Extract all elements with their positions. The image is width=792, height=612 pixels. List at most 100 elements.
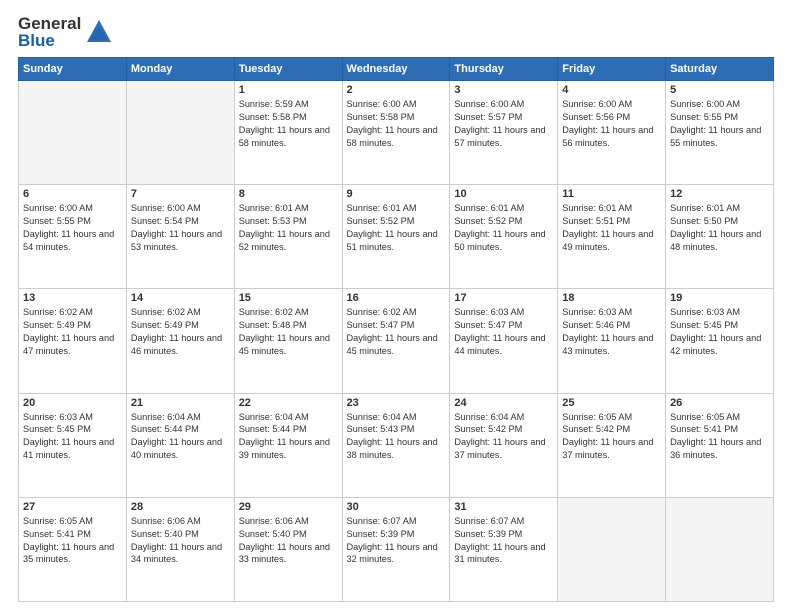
day-info: Sunrise: 6:04 AM Sunset: 5:44 PM Dayligh… bbox=[131, 411, 230, 463]
logo-blue-text: Blue bbox=[18, 32, 55, 49]
calendar-day-cell: 13 Sunrise: 6:02 AM Sunset: 5:49 PM Dayl… bbox=[19, 289, 127, 393]
daylight-label: Daylight: 11 hours and 42 minutes. bbox=[670, 332, 769, 358]
day-info: Sunrise: 6:01 AM Sunset: 5:52 PM Dayligh… bbox=[347, 202, 446, 254]
day-number: 29 bbox=[239, 501, 338, 513]
daylight-label: Daylight: 11 hours and 55 minutes. bbox=[670, 124, 769, 150]
sunrise-label: Sunrise: 6:00 AM bbox=[670, 98, 769, 111]
sunrise-label: Sunrise: 6:07 AM bbox=[347, 515, 446, 528]
day-info: Sunrise: 6:02 AM Sunset: 5:48 PM Dayligh… bbox=[239, 306, 338, 358]
daylight-label: Daylight: 11 hours and 52 minutes. bbox=[239, 228, 338, 254]
daylight-label: Daylight: 11 hours and 37 minutes. bbox=[454, 436, 553, 462]
sunrise-label: Sunrise: 6:01 AM bbox=[562, 202, 661, 215]
calendar-day-cell: 2 Sunrise: 6:00 AM Sunset: 5:58 PM Dayli… bbox=[342, 81, 450, 185]
sunrise-label: Sunrise: 6:07 AM bbox=[454, 515, 553, 528]
day-info: Sunrise: 6:02 AM Sunset: 5:47 PM Dayligh… bbox=[347, 306, 446, 358]
sunset-label: Sunset: 5:40 PM bbox=[239, 528, 338, 541]
daylight-label: Daylight: 11 hours and 35 minutes. bbox=[23, 541, 122, 567]
sunrise-label: Sunrise: 6:02 AM bbox=[131, 306, 230, 319]
sunset-label: Sunset: 5:46 PM bbox=[562, 319, 661, 332]
calendar-header-row: SundayMondayTuesdayWednesdayThursdayFrid… bbox=[19, 58, 774, 81]
sunrise-label: Sunrise: 6:04 AM bbox=[347, 411, 446, 424]
sunset-label: Sunset: 5:51 PM bbox=[562, 215, 661, 228]
calendar-day-cell: 25 Sunrise: 6:05 AM Sunset: 5:42 PM Dayl… bbox=[558, 393, 666, 497]
calendar-day-cell: 28 Sunrise: 6:06 AM Sunset: 5:40 PM Dayl… bbox=[126, 497, 234, 601]
calendar-day-cell bbox=[666, 497, 774, 601]
day-info: Sunrise: 6:05 AM Sunset: 5:41 PM Dayligh… bbox=[23, 515, 122, 567]
sunset-label: Sunset: 5:47 PM bbox=[347, 319, 446, 332]
calendar-day-cell: 27 Sunrise: 6:05 AM Sunset: 5:41 PM Dayl… bbox=[19, 497, 127, 601]
sunset-label: Sunset: 5:39 PM bbox=[347, 528, 446, 541]
daylight-label: Daylight: 11 hours and 33 minutes. bbox=[239, 541, 338, 567]
sunrise-label: Sunrise: 6:06 AM bbox=[131, 515, 230, 528]
day-number: 26 bbox=[670, 397, 769, 409]
sunset-label: Sunset: 5:47 PM bbox=[454, 319, 553, 332]
sunset-label: Sunset: 5:52 PM bbox=[454, 215, 553, 228]
day-info: Sunrise: 6:06 AM Sunset: 5:40 PM Dayligh… bbox=[239, 515, 338, 567]
day-info: Sunrise: 6:05 AM Sunset: 5:42 PM Dayligh… bbox=[562, 411, 661, 463]
day-number: 2 bbox=[347, 84, 446, 96]
day-info: Sunrise: 6:04 AM Sunset: 5:43 PM Dayligh… bbox=[347, 411, 446, 463]
logo-icon bbox=[85, 18, 113, 46]
day-of-week-header: Monday bbox=[126, 58, 234, 81]
day-of-week-header: Wednesday bbox=[342, 58, 450, 81]
day-info: Sunrise: 6:03 AM Sunset: 5:45 PM Dayligh… bbox=[670, 306, 769, 358]
sunset-label: Sunset: 5:55 PM bbox=[670, 111, 769, 124]
calendar-day-cell: 17 Sunrise: 6:03 AM Sunset: 5:47 PM Dayl… bbox=[450, 289, 558, 393]
sunrise-label: Sunrise: 5:59 AM bbox=[239, 98, 338, 111]
daylight-label: Daylight: 11 hours and 45 minutes. bbox=[347, 332, 446, 358]
calendar-day-cell: 24 Sunrise: 6:04 AM Sunset: 5:42 PM Dayl… bbox=[450, 393, 558, 497]
logo: General Blue bbox=[18, 15, 113, 49]
sunset-label: Sunset: 5:48 PM bbox=[239, 319, 338, 332]
calendar-day-cell: 21 Sunrise: 6:04 AM Sunset: 5:44 PM Dayl… bbox=[126, 393, 234, 497]
calendar-day-cell bbox=[558, 497, 666, 601]
day-number: 12 bbox=[670, 188, 769, 200]
day-of-week-header: Friday bbox=[558, 58, 666, 81]
day-info: Sunrise: 6:00 AM Sunset: 5:55 PM Dayligh… bbox=[670, 98, 769, 150]
daylight-label: Daylight: 11 hours and 57 minutes. bbox=[454, 124, 553, 150]
day-number: 16 bbox=[347, 292, 446, 304]
sunrise-label: Sunrise: 6:01 AM bbox=[239, 202, 338, 215]
day-of-week-header: Tuesday bbox=[234, 58, 342, 81]
sunset-label: Sunset: 5:50 PM bbox=[670, 215, 769, 228]
daylight-label: Daylight: 11 hours and 36 minutes. bbox=[670, 436, 769, 462]
calendar-table: SundayMondayTuesdayWednesdayThursdayFrid… bbox=[18, 57, 774, 602]
sunrise-label: Sunrise: 6:00 AM bbox=[562, 98, 661, 111]
sunset-label: Sunset: 5:44 PM bbox=[239, 423, 338, 436]
day-info: Sunrise: 5:59 AM Sunset: 5:58 PM Dayligh… bbox=[239, 98, 338, 150]
daylight-label: Daylight: 11 hours and 51 minutes. bbox=[347, 228, 446, 254]
calendar-day-cell: 20 Sunrise: 6:03 AM Sunset: 5:45 PM Dayl… bbox=[19, 393, 127, 497]
sunrise-label: Sunrise: 6:03 AM bbox=[454, 306, 553, 319]
day-info: Sunrise: 6:00 AM Sunset: 5:56 PM Dayligh… bbox=[562, 98, 661, 150]
day-number: 23 bbox=[347, 397, 446, 409]
calendar-week-row: 6 Sunrise: 6:00 AM Sunset: 5:55 PM Dayli… bbox=[19, 185, 774, 289]
day-info: Sunrise: 6:02 AM Sunset: 5:49 PM Dayligh… bbox=[23, 306, 122, 358]
calendar-day-cell: 11 Sunrise: 6:01 AM Sunset: 5:51 PM Dayl… bbox=[558, 185, 666, 289]
day-number: 3 bbox=[454, 84, 553, 96]
day-number: 11 bbox=[562, 188, 661, 200]
calendar-week-row: 1 Sunrise: 5:59 AM Sunset: 5:58 PM Dayli… bbox=[19, 81, 774, 185]
day-number: 14 bbox=[131, 292, 230, 304]
calendar-day-cell: 10 Sunrise: 6:01 AM Sunset: 5:52 PM Dayl… bbox=[450, 185, 558, 289]
sunrise-label: Sunrise: 6:06 AM bbox=[239, 515, 338, 528]
sunrise-label: Sunrise: 6:00 AM bbox=[23, 202, 122, 215]
day-info: Sunrise: 6:05 AM Sunset: 5:41 PM Dayligh… bbox=[670, 411, 769, 463]
sunset-label: Sunset: 5:53 PM bbox=[239, 215, 338, 228]
day-number: 15 bbox=[239, 292, 338, 304]
sunrise-label: Sunrise: 6:02 AM bbox=[347, 306, 446, 319]
sunrise-label: Sunrise: 6:01 AM bbox=[454, 202, 553, 215]
calendar-day-cell bbox=[126, 81, 234, 185]
daylight-label: Daylight: 11 hours and 58 minutes. bbox=[239, 124, 338, 150]
daylight-label: Daylight: 11 hours and 58 minutes. bbox=[347, 124, 446, 150]
daylight-label: Daylight: 11 hours and 31 minutes. bbox=[454, 541, 553, 567]
day-number: 21 bbox=[131, 397, 230, 409]
day-of-week-header: Sunday bbox=[19, 58, 127, 81]
day-info: Sunrise: 6:06 AM Sunset: 5:40 PM Dayligh… bbox=[131, 515, 230, 567]
day-number: 28 bbox=[131, 501, 230, 513]
sunset-label: Sunset: 5:42 PM bbox=[562, 423, 661, 436]
daylight-label: Daylight: 11 hours and 32 minutes. bbox=[347, 541, 446, 567]
day-info: Sunrise: 6:07 AM Sunset: 5:39 PM Dayligh… bbox=[454, 515, 553, 567]
day-info: Sunrise: 6:01 AM Sunset: 5:52 PM Dayligh… bbox=[454, 202, 553, 254]
day-number: 17 bbox=[454, 292, 553, 304]
day-number: 27 bbox=[23, 501, 122, 513]
calendar-day-cell: 18 Sunrise: 6:03 AM Sunset: 5:46 PM Dayl… bbox=[558, 289, 666, 393]
